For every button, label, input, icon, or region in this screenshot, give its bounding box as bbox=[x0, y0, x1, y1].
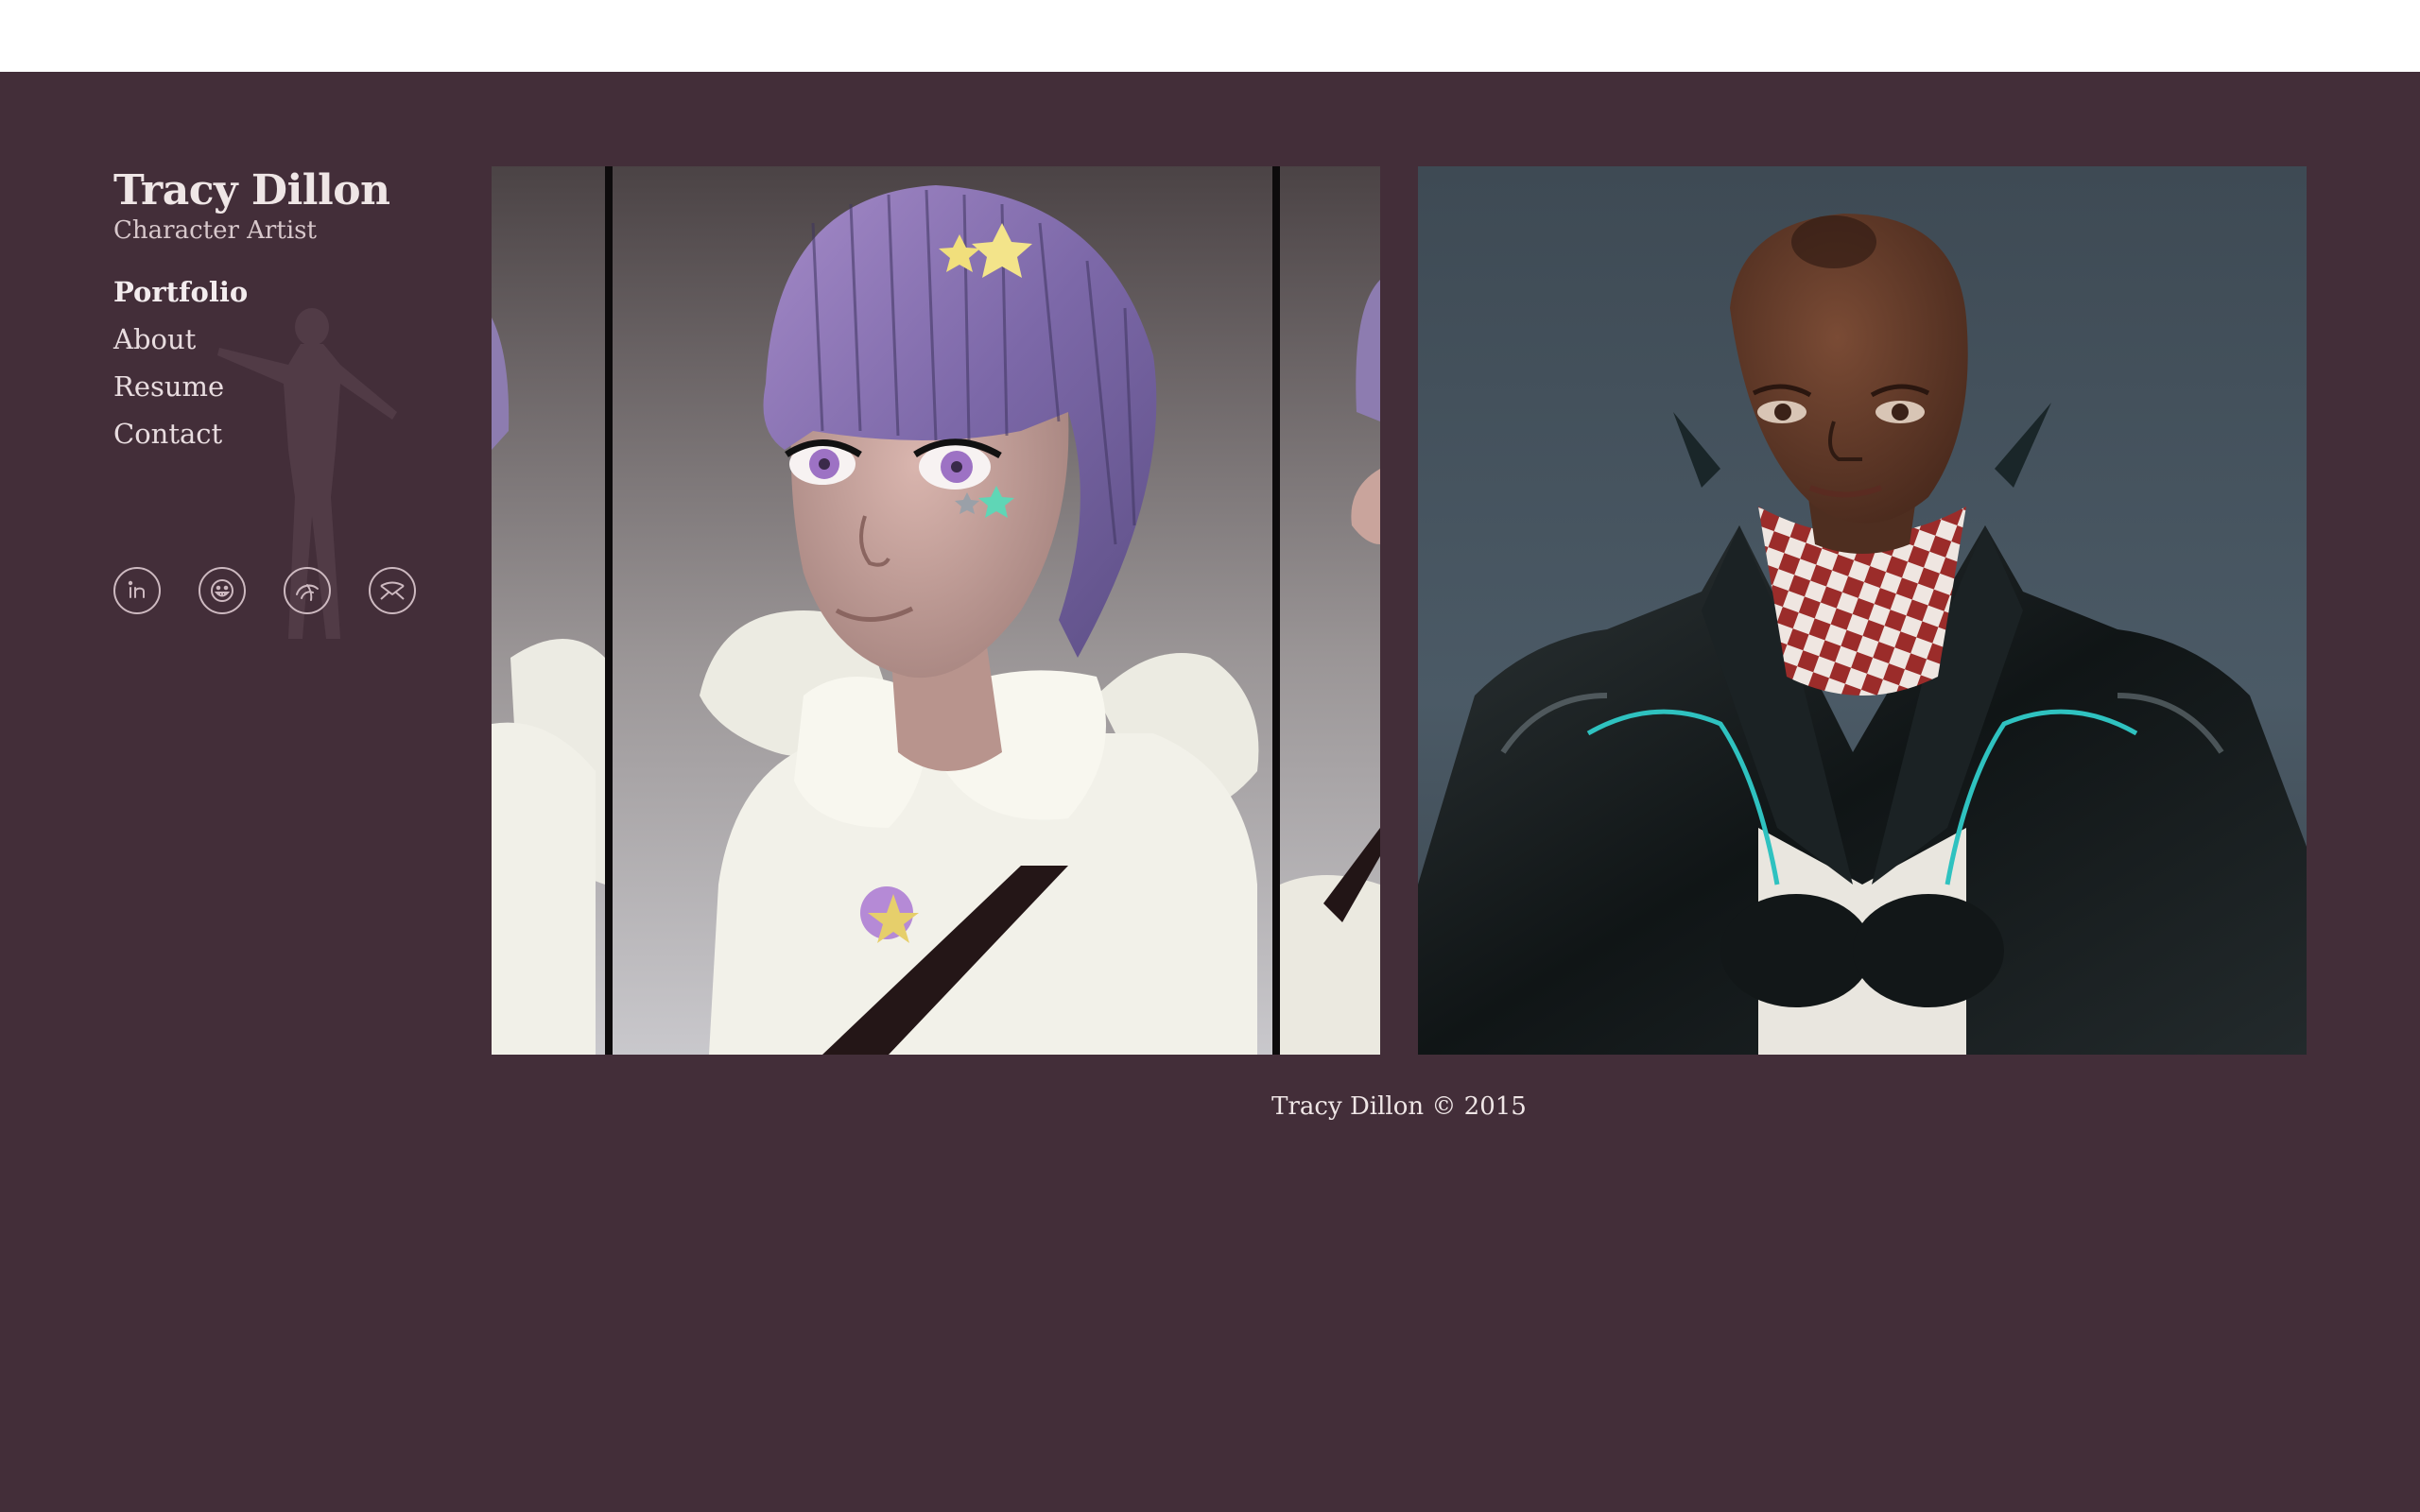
linkedin-icon bbox=[128, 580, 145, 598]
site-subtitle: Character Artist bbox=[113, 216, 317, 245]
dribbble-button[interactable] bbox=[284, 567, 331, 614]
leather-jacket-character-render bbox=[1418, 166, 2307, 1055]
email-icon bbox=[380, 581, 405, 600]
email-button[interactable] bbox=[369, 567, 416, 614]
portfolio-gallery bbox=[492, 166, 2307, 1055]
nav-item-resume[interactable]: Resume bbox=[113, 363, 454, 410]
social-links bbox=[113, 567, 416, 614]
gallery-tile-leather-jacket[interactable] bbox=[1418, 166, 2307, 1055]
gallery-tile-purple-hair[interactable] bbox=[492, 166, 1380, 1055]
nav-item-about[interactable]: About bbox=[113, 316, 454, 363]
nav-item-contact[interactable]: Contact bbox=[113, 410, 454, 457]
purple-hair-character-render bbox=[492, 166, 1380, 1055]
footer-text: Tracy Dillon © 2015 bbox=[1271, 1092, 1527, 1121]
browser-top-strip bbox=[0, 0, 2420, 72]
main-nav: Portfolio About Resume Contact bbox=[113, 268, 454, 457]
smiley-icon bbox=[211, 579, 233, 602]
nav-item-portfolio[interactable]: Portfolio bbox=[113, 268, 454, 316]
dribbble-icon bbox=[296, 584, 319, 601]
sidebar: Tracy Dillon Character Artist Portfolio … bbox=[113, 166, 454, 639]
page: Tracy Dillon Character Artist Portfolio … bbox=[0, 72, 2420, 1512]
site-title[interactable]: Tracy Dillon bbox=[113, 166, 454, 215]
smiley-button[interactable] bbox=[199, 567, 246, 614]
linkedin-button[interactable] bbox=[113, 567, 161, 614]
